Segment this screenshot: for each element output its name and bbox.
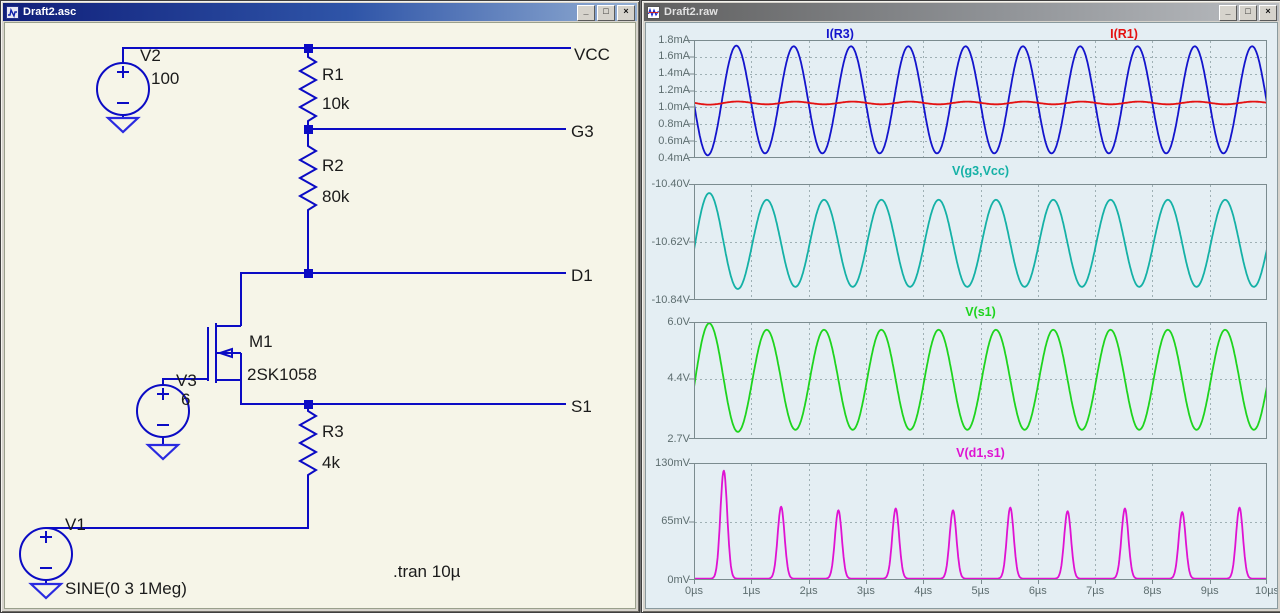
waveform-window: Draft2.raw _ □ × I(R3) I(R1) 1.8mA 1.6mA 1.4… bbox=[641, 0, 1280, 613]
y-axis-label: 2.7V bbox=[667, 432, 690, 445]
y-axis-label: -10.62V bbox=[651, 235, 690, 248]
schematic-drawing[interactable]: V2 100 VCC R1 10k G3 R2 80k D1 M1 2SK105… bbox=[5, 23, 635, 609]
maximize-button[interactable]: □ bbox=[1239, 5, 1257, 21]
label-v1-name[interactable]: V1 bbox=[65, 515, 86, 534]
label-v1-value[interactable]: SINE(0 3 1Meg) bbox=[65, 579, 187, 598]
label-v2-name[interactable]: V2 bbox=[140, 46, 161, 65]
schematic-window: Draft2.asc _ □ × V2 100 VCC R1 10k G3 R2… bbox=[0, 0, 640, 613]
x-axis-label: 0µs bbox=[685, 585, 703, 597]
close-button[interactable]: × bbox=[617, 5, 635, 21]
trace-V(g3,Vcc) bbox=[695, 192, 1266, 290]
resistor-R2[interactable] bbox=[297, 129, 319, 216]
waveform-titlebar[interactable]: Draft2.raw _ □ × bbox=[644, 3, 1279, 21]
waveform-window-title: Draft2.raw bbox=[664, 6, 718, 18]
mosfet-M1[interactable] bbox=[207, 323, 242, 383]
ground-icon[interactable] bbox=[105, 116, 141, 134]
trace-V(d1,s1) bbox=[695, 469, 1266, 579]
label-r2-value[interactable]: 80k bbox=[322, 187, 350, 206]
close-button[interactable]: × bbox=[1259, 5, 1277, 21]
label-m1-model[interactable]: 2SK1058 bbox=[247, 365, 317, 384]
y-axis-label: 0.8mA bbox=[658, 117, 690, 130]
maximize-button[interactable]: □ bbox=[597, 5, 615, 21]
x-axis-label: 6µs bbox=[1028, 585, 1047, 597]
plot-pane-1[interactable] bbox=[689, 40, 1269, 159]
x-axis-label: 8µs bbox=[1143, 585, 1162, 597]
y-axis-label: -10.40V bbox=[651, 177, 690, 190]
trace-label-V(d1,s1)[interactable]: V(d1,s1) bbox=[956, 446, 1005, 460]
x-axis-label: 7µs bbox=[1086, 585, 1105, 597]
resistor-R1[interactable] bbox=[297, 48, 319, 129]
ground-symbols[interactable] bbox=[28, 116, 181, 600]
net-label-g3[interactable]: G3 bbox=[571, 122, 594, 141]
x-axis-label: 4µs bbox=[914, 585, 933, 597]
label-v3-value[interactable]: 6 bbox=[181, 390, 190, 409]
trace-label-V(s1)[interactable]: V(s1) bbox=[965, 305, 996, 319]
voltage-source-V1[interactable] bbox=[19, 527, 73, 581]
y-axis-label: -10.84V bbox=[651, 293, 690, 306]
y-axis-label: 0.6mA bbox=[658, 134, 690, 147]
y-axis-label: 65mV bbox=[661, 515, 690, 527]
y-axis-label: 1.8mA bbox=[658, 33, 690, 46]
ground-icon[interactable] bbox=[28, 582, 64, 600]
label-v3-name[interactable]: V3 bbox=[176, 371, 197, 390]
y-axis-label: 1.0mA bbox=[658, 100, 690, 113]
trace-label-I(R1)[interactable]: I(R1) bbox=[1110, 27, 1138, 41]
voltage-source-V2[interactable] bbox=[96, 62, 150, 116]
label-r3-name[interactable]: R3 bbox=[322, 422, 344, 441]
y-axis-label: 1.2mA bbox=[658, 84, 690, 97]
schematic-canvas[interactable]: V2 100 VCC R1 10k G3 R2 80k D1 M1 2SK105… bbox=[4, 22, 636, 609]
plot-pane-4[interactable] bbox=[689, 463, 1269, 586]
y-axis-label: 6.0V bbox=[667, 315, 690, 328]
y-axis-label: 4.4V bbox=[667, 372, 690, 385]
schematic-window-title: Draft2.asc bbox=[23, 6, 77, 18]
x-axis-label: 5µs bbox=[971, 585, 990, 597]
x-axis-label: 1µs bbox=[742, 585, 761, 597]
resistor-R3[interactable] bbox=[297, 404, 319, 481]
trace-V(s1) bbox=[695, 323, 1266, 433]
label-r1-value[interactable]: 10k bbox=[322, 94, 350, 113]
plot-pane-3[interactable] bbox=[689, 322, 1269, 440]
y-axis-label: 1.6mA bbox=[658, 50, 690, 63]
y-axis-label: 1.4mA bbox=[658, 67, 690, 80]
label-r2-name[interactable]: R2 bbox=[322, 156, 344, 175]
net-label-vcc[interactable]: VCC bbox=[574, 45, 610, 64]
x-axis-label: 9µs bbox=[1200, 585, 1219, 597]
trace-label-V(g3,Vcc)[interactable]: V(g3,Vcc) bbox=[952, 164, 1009, 178]
y-axis-label: 0.4mA bbox=[658, 151, 690, 164]
trace-label-I(R3)[interactable]: I(R3) bbox=[826, 27, 854, 41]
label-m1-name[interactable]: M1 bbox=[249, 332, 273, 351]
x-axis-label: 2µs bbox=[799, 585, 818, 597]
x-axis-label: 10µs bbox=[1254, 585, 1278, 597]
x-axis-label: 3µs bbox=[856, 585, 875, 597]
y-axis-label: 130mV bbox=[655, 456, 690, 469]
spice-directive[interactable]: .tran 10µ bbox=[393, 562, 461, 581]
waveform-icon bbox=[647, 5, 660, 19]
net-label-s1[interactable]: S1 bbox=[571, 397, 592, 416]
minimize-button[interactable]: _ bbox=[1219, 5, 1237, 21]
ltspice-schematic-icon bbox=[6, 5, 19, 19]
y-axis-label: 0mV bbox=[667, 573, 690, 586]
minimize-button[interactable]: _ bbox=[577, 5, 595, 21]
schematic-titlebar[interactable]: Draft2.asc _ □ × bbox=[3, 3, 637, 21]
net-label-d1[interactable]: D1 bbox=[571, 266, 593, 285]
label-r1-name[interactable]: R1 bbox=[322, 65, 344, 84]
plot-pane-2[interactable] bbox=[689, 184, 1269, 301]
label-v2-value[interactable]: 100 bbox=[151, 69, 179, 88]
label-r3-value[interactable]: 4k bbox=[322, 453, 340, 472]
waveform-plot-area[interactable]: I(R3) I(R1) 1.8mA 1.6mA 1.4mA 1.2mA 1.0mA 0.8mA… bbox=[645, 22, 1278, 609]
ground-icon[interactable] bbox=[145, 443, 181, 461]
trace-I(R3) bbox=[695, 44, 1266, 157]
